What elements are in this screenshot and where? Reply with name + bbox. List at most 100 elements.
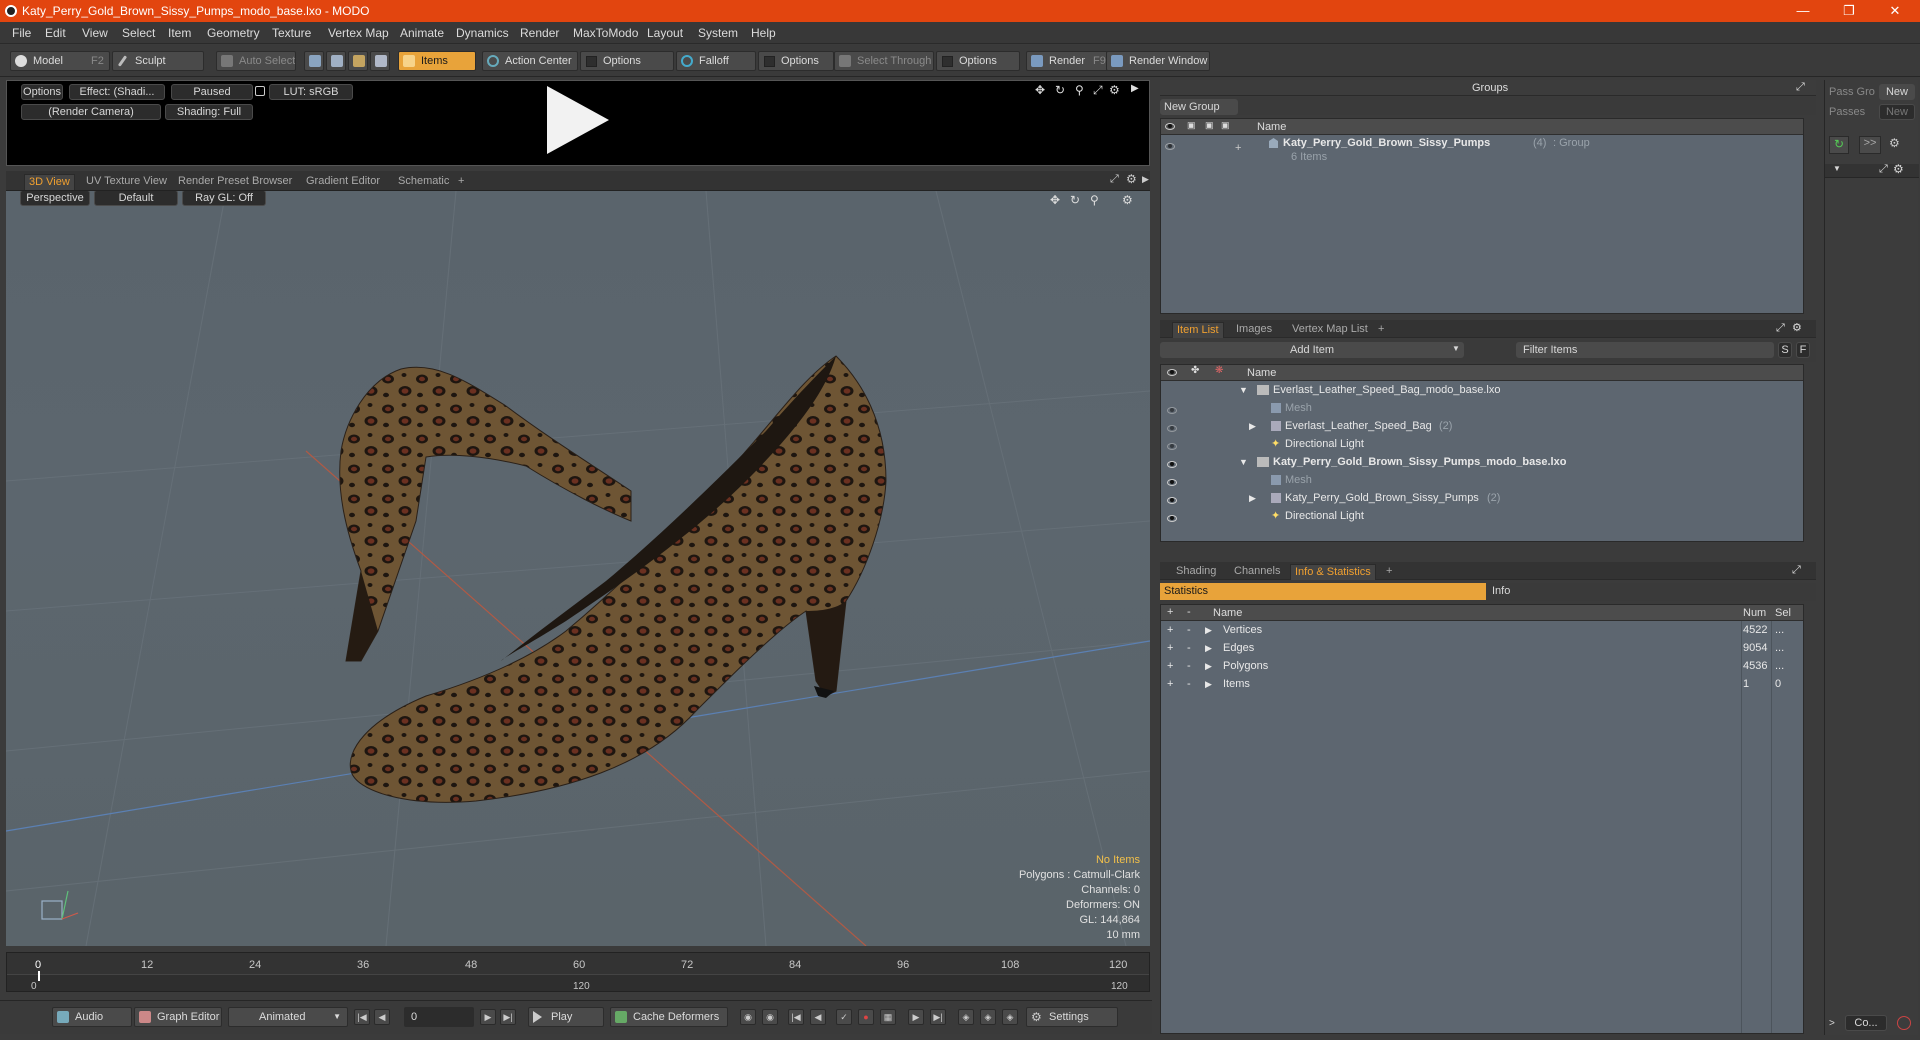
refresh-icon[interactable]: ↻	[1829, 136, 1849, 154]
select-icon[interactable]: ▣	[1221, 120, 1230, 131]
lock-icon[interactable]: ▣	[1187, 120, 1196, 131]
collapse-all-icon[interactable]: -	[1187, 606, 1191, 618]
prev-frame-key-icon[interactable]: ◀	[810, 1009, 826, 1025]
keys-delete-icon[interactable]: ◈	[1002, 1009, 1018, 1025]
chevron-right-icon[interactable]: ▶	[1249, 421, 1256, 432]
settings-button[interactable]: ⚙ Settings	[1026, 1007, 1118, 1027]
tab-vertex-map-list[interactable]: Vertex Map List	[1288, 322, 1372, 338]
chevron-right-icon[interactable]: ▶	[1205, 643, 1212, 654]
chevron-right-icon[interactable]: ▶	[1205, 625, 1212, 636]
maximize-icon[interactable]: ⤢	[1792, 564, 1801, 577]
preview-shading-dropdown[interactable]: Shading: Full	[165, 104, 253, 120]
record-icon[interactable]: ●	[858, 1009, 874, 1025]
gear-icon[interactable]: ⚙	[1893, 162, 1904, 176]
menu-animate[interactable]: Animate	[400, 26, 444, 40]
falloff-button[interactable]: Falloff	[676, 51, 756, 71]
chevron-right-icon[interactable]: ▶	[1249, 493, 1256, 504]
minimize-icon[interactable]: —	[1780, 0, 1826, 22]
expand-arrow-icon[interactable]: ▶	[1131, 83, 1139, 94]
sculpt-mode-button[interactable]: Sculpt	[112, 51, 204, 71]
zoom-icon[interactable]: ⚲	[1090, 193, 1099, 207]
items-select-button[interactable]: Items	[398, 51, 476, 71]
menu-dynamics[interactable]: Dynamics	[456, 26, 509, 40]
render-icon[interactable]: ▣	[1205, 120, 1214, 131]
timeline[interactable]: 0 12 24 36 48 60 72 84 96 108 120 0 120 …	[6, 952, 1150, 992]
eye-icon[interactable]	[1167, 425, 1177, 432]
auto-select-button[interactable]: Auto Select	[216, 51, 296, 71]
new-pass-button[interactable]: New	[1879, 104, 1915, 120]
play-icon[interactable]	[547, 86, 609, 154]
menu-view[interactable]: View	[82, 26, 108, 40]
add-item-button[interactable]: Add Item	[1160, 342, 1464, 358]
list-item[interactable]: Mesh	[1161, 473, 1791, 491]
chevron-down-icon[interactable]: ▼	[1239, 385, 1248, 395]
expand-arrow-icon[interactable]: ▶	[1142, 174, 1149, 185]
eye-icon[interactable]	[1167, 497, 1177, 504]
maximize-icon[interactable]: ⤢	[1796, 81, 1805, 94]
statistics-list[interactable]: + - Name Num Sel + - ▶ Vertices 4522 ...…	[1160, 604, 1804, 1034]
maximize-icon[interactable]: ⤢	[1776, 322, 1785, 335]
lock-icon[interactable]	[255, 86, 265, 96]
model-mode-button[interactable]: Model F2	[10, 51, 110, 71]
item-list[interactable]: ✤ ❋ Name ▼ Everlast_Leather_Speed_Bag_mo…	[1160, 364, 1804, 542]
add-selection-icon[interactable]: +	[1167, 678, 1173, 690]
tab-render-preset-browser[interactable]: Render Preset Browser	[174, 174, 296, 190]
play-button[interactable]: Play	[528, 1007, 604, 1027]
lock-icon[interactable]: ✤	[1191, 365, 1199, 376]
remove-selection-icon[interactable]: -	[1187, 642, 1191, 654]
prev-key-icon[interactable]: |◀	[788, 1009, 804, 1025]
move-icon[interactable]: ✥	[1050, 193, 1060, 207]
menu-system[interactable]: System	[698, 26, 738, 40]
next-frame-key-icon[interactable]: ▶	[908, 1009, 924, 1025]
key-icon[interactable]: ◉	[740, 1009, 756, 1025]
tab-gradient-editor[interactable]: Gradient Editor	[302, 174, 384, 190]
tab-3d-view[interactable]: 3D View	[24, 174, 75, 190]
materials-select-button[interactable]	[370, 51, 390, 71]
list-item[interactable]: ▶ Everlast_Leather_Speed_Bag (2)	[1161, 419, 1791, 437]
render-icon[interactable]: ❋	[1215, 365, 1223, 376]
tab-item-list[interactable]: Item List	[1172, 322, 1224, 338]
render-preview[interactable]: Options Effect: (Shadi... Paused LUT: sR…	[6, 80, 1150, 166]
more-arrows-button[interactable]: >>	[1859, 136, 1881, 154]
raygl-dropdown[interactable]: Ray GL: Off	[182, 191, 266, 206]
menu-item[interactable]: Item	[168, 26, 191, 40]
tab-images[interactable]: Images	[1232, 322, 1276, 338]
perspective-dropdown[interactable]: Perspective	[20, 191, 90, 206]
list-item[interactable]: Mesh	[1161, 401, 1791, 419]
remove-selection-icon[interactable]: -	[1187, 678, 1191, 690]
table-row[interactable]: + - ▶ Polygons 4536 ...	[1161, 659, 1791, 677]
chevron-down-icon[interactable]: ▼	[1452, 344, 1460, 353]
tab-channels[interactable]: Channels	[1230, 564, 1284, 580]
add-selection-icon[interactable]: +	[1167, 642, 1173, 654]
key-all-icon[interactable]: ◉	[762, 1009, 778, 1025]
filter-f-button[interactable]: F	[1796, 342, 1810, 358]
frame-input[interactable]: 0	[404, 1007, 474, 1027]
set-key-icon[interactable]: ✓	[836, 1009, 852, 1025]
menu-render[interactable]: Render	[520, 26, 559, 40]
eye-icon[interactable]	[1167, 369, 1177, 376]
edges-select-button[interactable]	[326, 51, 346, 71]
move-icon[interactable]: ✥	[1035, 83, 1045, 97]
menu-layout[interactable]: Layout	[647, 26, 683, 40]
close-icon[interactable]: ✕	[1872, 0, 1918, 22]
audio-button[interactable]: Audio	[52, 1007, 132, 1027]
maximize-icon[interactable]: ⤢	[1110, 173, 1119, 186]
render-window-button[interactable]: Render Window	[1106, 51, 1210, 71]
gear-icon[interactable]: ⚙	[1126, 172, 1137, 186]
eye-icon[interactable]	[1167, 461, 1177, 468]
falloff-options-button[interactable]: Options	[758, 51, 834, 71]
step-forward-icon[interactable]: ▶	[480, 1009, 496, 1025]
table-row[interactable]: + - ▶ Edges 9054 ...	[1161, 641, 1791, 659]
chevron-right-icon[interactable]: ▶	[1205, 661, 1212, 672]
add-tab-button[interactable]: +	[454, 174, 468, 190]
new-group-button[interactable]: New Group	[1160, 99, 1238, 115]
gear-icon[interactable]: ⚙	[1122, 193, 1133, 207]
tab-schematic[interactable]: Schematic	[394, 174, 453, 190]
go-to-end-icon[interactable]: ▶|	[500, 1009, 516, 1025]
restore-icon[interactable]: ❐	[1826, 0, 1872, 22]
go-to-start-icon[interactable]: |◀	[354, 1009, 370, 1025]
list-item[interactable]: ▼ Everlast_Leather_Speed_Bag_modo_base.l…	[1161, 383, 1791, 401]
eye-icon[interactable]	[1167, 407, 1177, 414]
step-back-icon[interactable]: ◀	[374, 1009, 390, 1025]
maximize-icon[interactable]: ⤢	[1879, 163, 1888, 176]
